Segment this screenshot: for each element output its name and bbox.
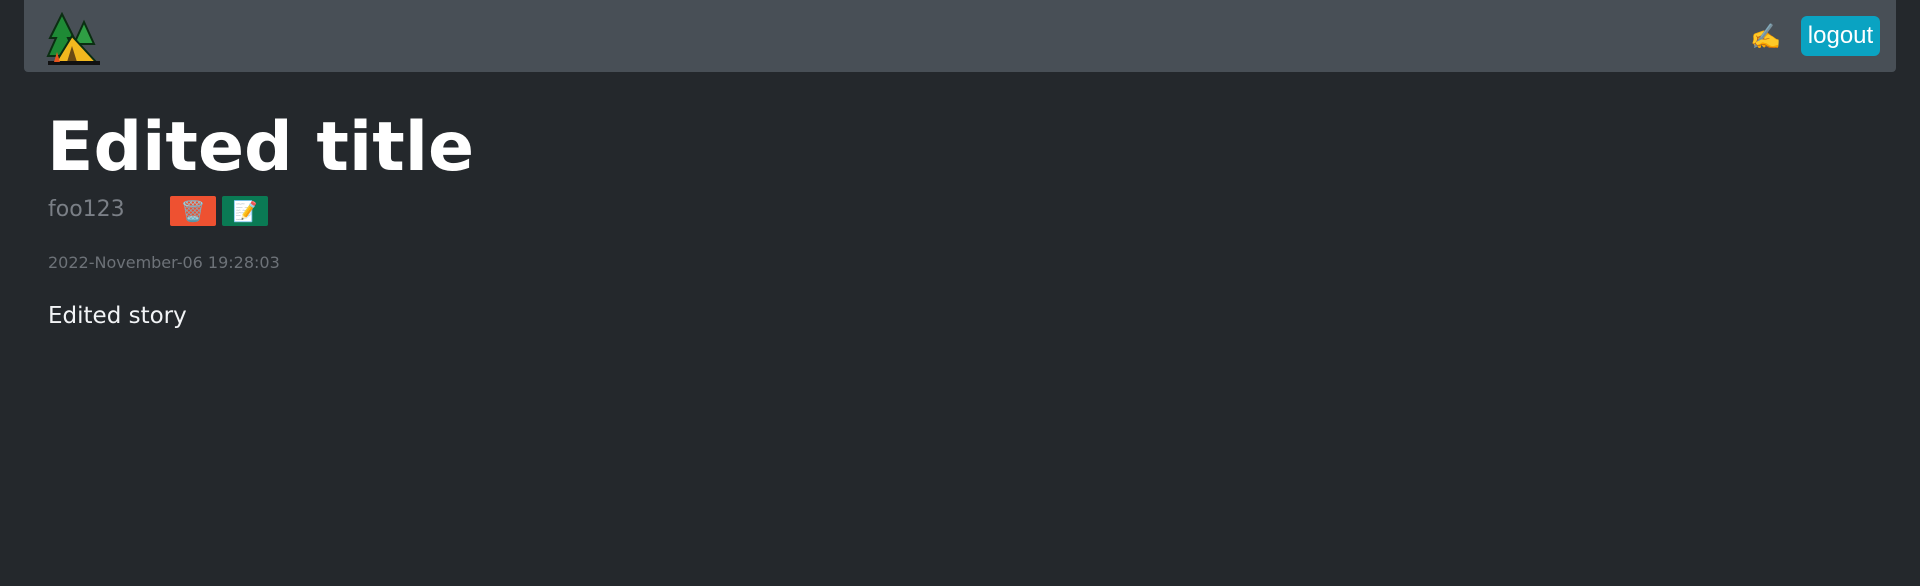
- memo-icon: 📝: [232, 199, 258, 223]
- delete-post-button[interactable]: 🗑️: [170, 196, 216, 226]
- wastebasket-icon: 🗑️: [180, 199, 206, 223]
- post-body: Edited story: [48, 303, 187, 329]
- logout-button[interactable]: logout: [1801, 16, 1880, 56]
- campsite-logo-svg: [46, 11, 100, 65]
- post-timestamp: 2022-November-06 19:28:03: [48, 253, 280, 272]
- campsite-icon[interactable]: [46, 11, 102, 66]
- navbar: ✍️ logout: [24, 0, 1896, 72]
- post-author: foo123: [48, 197, 125, 222]
- writing-hand-icon: ✍️: [1750, 22, 1782, 51]
- new-post-button[interactable]: ✍️: [1746, 22, 1786, 52]
- edit-post-button[interactable]: 📝: [222, 196, 268, 226]
- post-title: Edited title: [47, 108, 475, 187]
